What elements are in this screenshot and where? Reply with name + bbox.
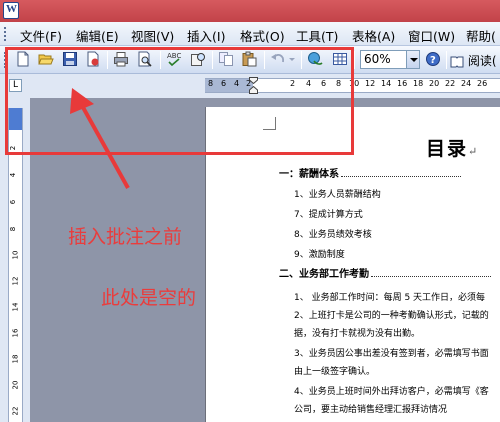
- zoom-select[interactable]: 60%: [360, 50, 420, 69]
- ruler-tick-label: 6: [9, 199, 18, 205]
- chevron-down-icon[interactable]: [406, 51, 419, 68]
- ruler-tick-label: 26: [477, 79, 488, 88]
- document-title[interactable]: 目录↵: [426, 134, 479, 161]
- menu-view[interactable]: 视图(V): [131, 26, 174, 45]
- annotation-text-before: 插入批注之前: [68, 226, 183, 248]
- ruler-tick-label: 12: [365, 79, 376, 88]
- help-icon[interactable]: ?: [425, 51, 441, 67]
- toc-entry[interactable]: 9、激励制度: [294, 247, 345, 260]
- ruler-tick-label: 4: [9, 172, 18, 178]
- menu-help[interactable]: 帮助(: [466, 26, 496, 45]
- paragraph-mark: ↵: [468, 145, 480, 158]
- document-title-text: 目录: [426, 138, 469, 160]
- reading-layout-button[interactable]: 阅读(: [450, 52, 497, 69]
- toc-heading-text: 二、业务部工作考勤: [279, 269, 369, 280]
- toc-leader: [341, 176, 461, 177]
- body-line[interactable]: 3、业务员因公事出差没有签到者，必需填写书面: [294, 346, 489, 359]
- vertical-ruler[interactable]: 2 4 6 8 10 12 14 16 18 20 22: [8, 108, 23, 422]
- toc-entry[interactable]: 7、提成计算方式: [294, 207, 363, 220]
- ruler-tick-label: 20: [429, 79, 440, 88]
- menu-table[interactable]: 表格(A): [352, 26, 395, 45]
- toolbar-separator: [446, 51, 447, 69]
- word-app-icon[interactable]: [3, 2, 19, 19]
- menu-tools[interactable]: 工具(T): [296, 26, 338, 45]
- annotation-text-empty: 此处是空的: [101, 287, 197, 309]
- ruler-tick-label: 24: [461, 79, 472, 88]
- reading-label: 阅读(: [467, 54, 497, 68]
- ruler-tick-label: 8: [9, 226, 18, 232]
- menu-window[interactable]: 窗口(W): [408, 26, 455, 45]
- read-icon: [450, 56, 464, 68]
- toc-entry[interactable]: 1、业务人员薪酬结构: [294, 187, 381, 200]
- svg-text:?: ?: [430, 55, 436, 66]
- toolbar-separator: [354, 51, 355, 69]
- ruler-tick-label: 16: [397, 79, 408, 88]
- ruler-tick-label: 20: [11, 380, 20, 390]
- body-line[interactable]: 据，没有打卡就视为没有出勤。: [294, 326, 420, 339]
- toc-heading-text: 一：薪酬体系: [279, 169, 339, 180]
- annotation-arrow-icon: [70, 88, 130, 189]
- toc-leader: [371, 276, 491, 277]
- ruler-tick-label: 12: [11, 276, 20, 286]
- title-bar: [0, 0, 500, 22]
- ruler-tick-label: 18: [413, 79, 424, 88]
- menu-format[interactable]: 格式(O): [240, 26, 285, 45]
- body-line[interactable]: 4、业务员上班时间外出拜访客户，必需填写《客: [294, 384, 489, 397]
- ruler-tick-label: 18: [11, 354, 20, 364]
- annotation-highlight-box: [5, 47, 354, 155]
- body-line[interactable]: 公司，要主动给销售经理汇报拜访情况: [294, 402, 447, 415]
- toc-heading[interactable]: 二、业务部工作考勤: [279, 265, 491, 280]
- ruler-tick-label: 22: [445, 79, 456, 88]
- menu-bar: 文件(F) 编辑(E) 视图(V) 插入(I) 格式(O) 工具(T) 表格(A…: [0, 22, 500, 46]
- menu-file[interactable]: 文件(F): [20, 26, 62, 45]
- ruler-tick-label: 10: [11, 250, 20, 260]
- body-line[interactable]: 2、上班打卡是公司的一种考勤确认形式，记载的: [294, 308, 489, 321]
- ruler-tick-label: 22: [11, 406, 20, 416]
- body-line[interactable]: 由上一级签字确认。: [294, 364, 375, 377]
- ruler-tick-label: 14: [11, 302, 20, 312]
- menubar-grip[interactable]: [4, 27, 7, 41]
- menu-edit[interactable]: 编辑(E): [76, 26, 119, 45]
- body-line[interactable]: 1、 业务部工作时间：每周 5 天工作日，必须每: [294, 290, 485, 303]
- toc-entry[interactable]: 8、业务员绩效考核: [294, 227, 372, 240]
- zoom-value: 60%: [364, 52, 391, 66]
- ruler-tick-label: 16: [11, 328, 20, 338]
- ruler-tick-label: 14: [381, 79, 392, 88]
- toc-heading[interactable]: 一：薪酬体系: [279, 165, 461, 180]
- menu-insert[interactable]: 插入(I): [187, 26, 225, 45]
